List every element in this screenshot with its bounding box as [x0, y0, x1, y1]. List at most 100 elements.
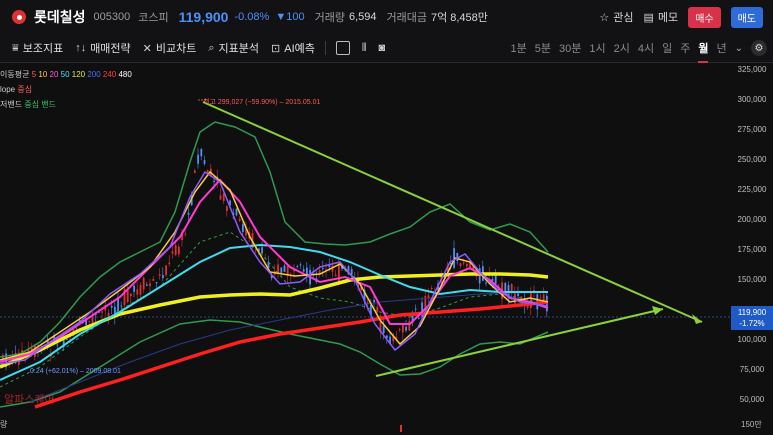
candle-body [107, 312, 110, 317]
change-amount: ▼100 [275, 11, 305, 23]
candle-body [139, 284, 142, 295]
ma-legend-240: 240 [100, 70, 117, 79]
candle-body [200, 149, 203, 157]
candle-body [162, 274, 164, 279]
y-tick-label: 100,000 [737, 335, 767, 344]
buy-button[interactable]: 매수 [688, 6, 721, 28]
candle-body [171, 251, 174, 254]
candle-body [405, 326, 407, 331]
candle-body [526, 306, 529, 309]
slope-legend-value: 중심 [17, 85, 33, 94]
candle-body [334, 274, 337, 277]
candle-body [466, 264, 468, 267]
candle-body [408, 321, 411, 331]
period-1[interactable]: 5분 [535, 40, 551, 56]
candle-body [462, 262, 465, 264]
ma-legend-label: 이동평균 [0, 70, 30, 79]
period-6[interactable]: 일 [662, 40, 672, 56]
sell-button[interactable]: 매도 [730, 6, 763, 28]
candle-body [414, 308, 417, 310]
watch-button[interactable]: ☆ 관심 [599, 9, 633, 25]
candle-body [213, 180, 215, 182]
strategy-button[interactable]: ↑↓ 매매전략 [75, 40, 130, 56]
y-tick-label: 175,000 [737, 245, 767, 254]
analysis-button[interactable]: ⌕ 지표분석 [208, 40, 259, 56]
indicators-button[interactable]: ⩸ 보조지표 [12, 40, 63, 56]
period-9[interactable]: 년 [716, 40, 726, 56]
high-annotation: 최고 299,027 (−59.90%) – 2015.05.01 [203, 99, 321, 106]
square-icon[interactable] [335, 41, 350, 55]
price-tag-change: -1.72% [739, 319, 765, 328]
memo-button[interactable]: ▤ 메모 [644, 9, 679, 25]
candle-body [283, 265, 286, 272]
price-chart[interactable]: 이동평균 5 10 20 50 120 200 240 480 lope 중심 … [0, 62, 773, 432]
candles [2, 147, 548, 371]
watermark-text: 알파스퀘어 [4, 394, 55, 406]
candle-body [219, 195, 222, 200]
ma-50-line [0, 243, 548, 381]
period-4[interactable]: 2시 [614, 40, 630, 56]
price-tag: 119,900 -1.72% [731, 306, 773, 330]
candle-body [110, 305, 113, 308]
current-price: 119,900 [178, 9, 229, 25]
candle-body [66, 338, 68, 340]
volume-axis-label: 150만 [741, 420, 762, 429]
chart-canvas[interactable] [0, 62, 773, 432]
candle-body [261, 247, 263, 254]
market-name: 코스피 [138, 12, 169, 24]
stock-name[interactable]: 롯데칠성 [34, 7, 86, 27]
ma-legend[interactable]: 이동평균 5 10 20 50 120 200 240 480 [0, 69, 132, 80]
candle-body [56, 344, 59, 346]
y-tick-label: 50,000 [739, 395, 765, 404]
candle-body [242, 224, 244, 232]
candle-body [149, 283, 151, 286]
period-5[interactable]: 4시 [638, 40, 654, 56]
candle-body [430, 288, 433, 290]
ma-legend-20: 20 [47, 70, 59, 79]
volume-label: 거래량 [314, 12, 345, 24]
period-0[interactable]: 1분 [511, 40, 527, 56]
slope-legend[interactable]: lope 중심 [0, 84, 32, 95]
memo-icon: ▤ [643, 11, 654, 24]
ma-legend-200: 200 [85, 70, 101, 79]
chart-toolbar: ⩸ 보조지표 ↑↓ 매매전략 ✕ 비교차트 ⌕ 지표분석 ⊡ AI예측 ⫴ ◙ 1분 5분 3… [0, 34, 773, 63]
trendline-lower-arrow [652, 306, 663, 315]
settings-button[interactable]: ⚙ [751, 40, 767, 56]
candle-body [299, 264, 302, 266]
period-2[interactable]: 30분 [559, 40, 581, 56]
candle-body [187, 212, 190, 215]
candle-body [168, 262, 171, 265]
candle-body [459, 263, 462, 266]
candlestick-icon: ⫴ [361, 41, 367, 54]
stock-code: 005300 [93, 11, 131, 23]
candle-body [155, 282, 158, 284]
trendline-upper [202, 101, 703, 323]
period-3[interactable]: 1시 [589, 40, 605, 56]
volume-value: 6,594 [348, 11, 377, 23]
candle-body [398, 329, 401, 331]
change-percent: -0.08% [234, 11, 270, 23]
ai-predict-button[interactable]: ⊡ AI예측 [271, 40, 315, 56]
brand-logo [12, 10, 26, 24]
period-7[interactable]: 주 [680, 40, 690, 56]
candle-body [91, 317, 94, 324]
period-8[interactable]: 월 [698, 40, 709, 63]
candle-body [120, 305, 123, 307]
candle-body [226, 206, 228, 212]
band-legend[interactable]: 저밴드 중심 밴드 [0, 99, 56, 110]
band-legend-value: 중심 밴드 [24, 100, 56, 109]
candle-body [146, 284, 148, 286]
ai-icon: ⊡ [271, 42, 281, 55]
candle-type-button[interactable]: ⫴ [362, 42, 367, 55]
volume-bar [400, 425, 402, 432]
amount-label: 거래대금 [386, 12, 427, 24]
candle-body [235, 208, 238, 216]
candle-body [203, 160, 206, 164]
chevron-down-icon[interactable]: ⌄ [735, 43, 743, 54]
compare-button[interactable]: ✕ 비교차트 [143, 40, 197, 56]
band-legend-label: 저밴드 [0, 100, 23, 109]
volume-label-footer: 량 [0, 420, 8, 429]
candle-body [322, 268, 324, 270]
screenshot-button[interactable]: ◙ [379, 42, 386, 54]
low-annotation: 0.24 (+62.01%) – 2009.08.01 [30, 368, 121, 375]
